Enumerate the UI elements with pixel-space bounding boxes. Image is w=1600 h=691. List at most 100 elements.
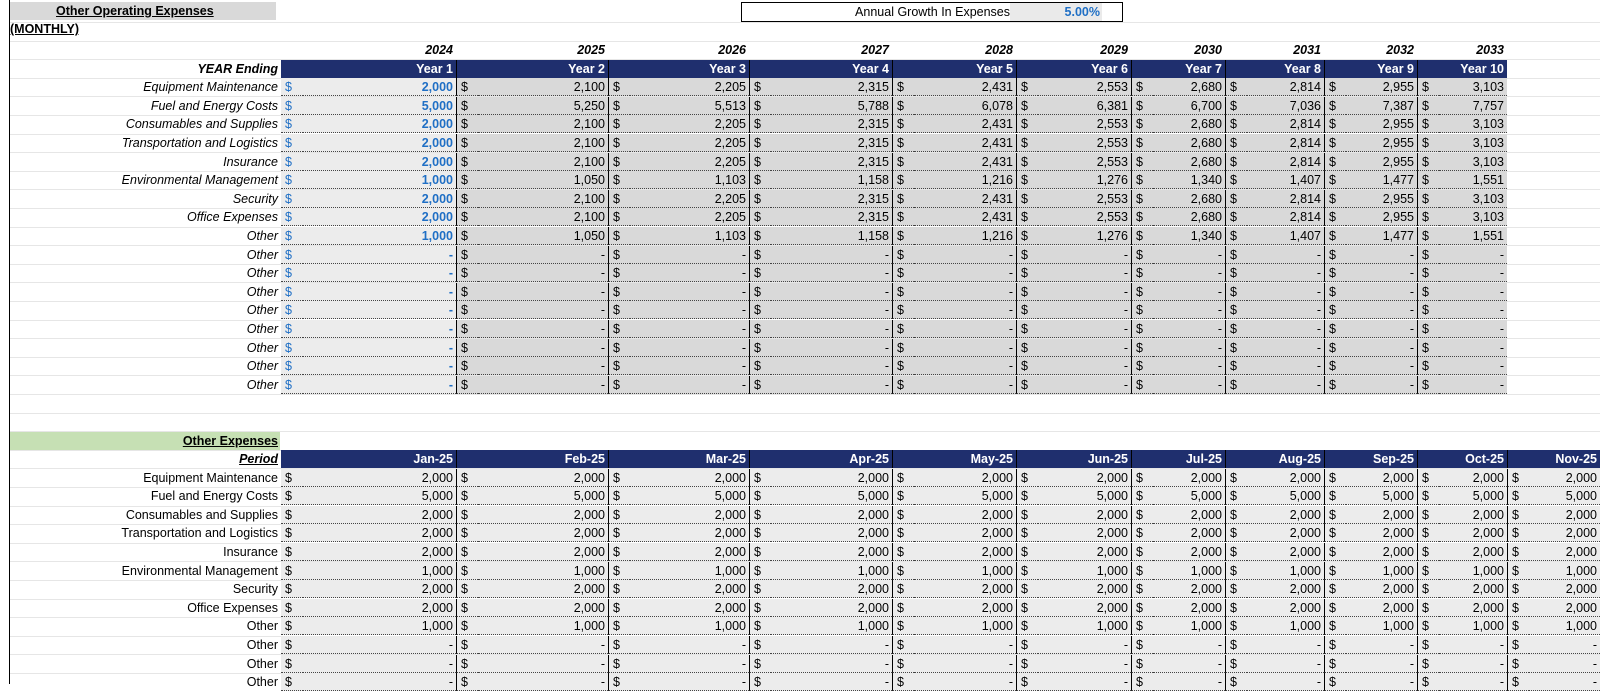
value-cell[interactable]: 1,000 bbox=[303, 227, 456, 245]
value-cell: - bbox=[1153, 636, 1225, 654]
currency-symbol: $ bbox=[1225, 208, 1247, 227]
currency-symbol: $ bbox=[1417, 505, 1439, 524]
value-cell: 5,000 bbox=[1153, 487, 1225, 506]
value-cell: 1,276 bbox=[1038, 171, 1131, 190]
value-cell[interactable]: - bbox=[303, 301, 456, 320]
currency-symbol: $ bbox=[456, 598, 478, 617]
value-cell: 2,000 bbox=[1247, 580, 1324, 599]
month-header: Nov-25 bbox=[1507, 450, 1600, 468]
value-cell: 2,000 bbox=[1038, 598, 1131, 617]
year-header: Year 8 bbox=[1225, 59, 1324, 78]
value-cell[interactable]: 2,000 bbox=[303, 134, 456, 152]
month-header: Feb-25 bbox=[456, 450, 608, 468]
value-cell[interactable]: 2,000 bbox=[303, 152, 456, 171]
value-cell: 2,205 bbox=[630, 134, 749, 152]
value-cell: 3,103 bbox=[1439, 189, 1507, 208]
section-title-operating-expenses[interactable]: Other Operating Expenses (MONTHLY) bbox=[10, 2, 276, 36]
value-cell: 1,216 bbox=[914, 227, 1016, 245]
row-label: Other bbox=[246, 359, 278, 374]
currency-symbol: $ bbox=[1016, 115, 1038, 134]
table-row: Fuel and Energy Costs $5,000 $5,250 $5,513 $… bbox=[0, 96, 1600, 115]
currency-symbol: $ bbox=[608, 301, 630, 320]
table-row: Other $ - $ - $ - $ - $ - $ - $ - $ - $ - $ - bbox=[0, 282, 1600, 301]
value-cell: 2,000 bbox=[1529, 598, 1600, 617]
value-cell: 5,000 bbox=[914, 487, 1016, 506]
currency-symbol: $ bbox=[1131, 96, 1153, 115]
currency-symbol: $ bbox=[1016, 264, 1038, 283]
section2-title-text: Other Expenses bbox=[182, 434, 278, 448]
value-cell[interactable]: - bbox=[303, 375, 456, 394]
value-cell[interactable]: - bbox=[303, 357, 456, 376]
year-number: 2027 bbox=[861, 43, 889, 57]
value-cell[interactable]: - bbox=[303, 282, 456, 301]
currency-symbol: $ bbox=[1324, 357, 1346, 376]
value-cell: - bbox=[914, 245, 1016, 264]
table-row: Consumables and Supplies $2,000 $2,000 $2,0… bbox=[0, 505, 1600, 524]
value-cell: 1,103 bbox=[630, 227, 749, 245]
value-cell: - bbox=[771, 282, 892, 301]
currency-symbol: $ bbox=[281, 245, 303, 264]
value-cell[interactable]: 5,000 bbox=[303, 96, 456, 115]
value-cell: 2,680 bbox=[1153, 208, 1225, 227]
currency-symbol: $ bbox=[456, 673, 478, 691]
value-cell: 2,000 bbox=[771, 505, 892, 524]
currency-symbol: $ bbox=[1131, 208, 1153, 227]
value-cell: 1,000 bbox=[1247, 617, 1324, 636]
section-title-other-expenses[interactable]: Other Expenses bbox=[10, 432, 280, 450]
year-number: 2029 bbox=[1100, 43, 1128, 57]
value-cell[interactable]: 1,000 bbox=[303, 171, 456, 190]
value-cell[interactable]: - bbox=[303, 320, 456, 338]
currency-symbol: $ bbox=[892, 357, 914, 376]
table-row: Environmental Management $1,000 $1,000 $1,0… bbox=[0, 561, 1600, 580]
value-cell: 2,553 bbox=[1038, 189, 1131, 208]
value-cell[interactable]: 2,000 bbox=[303, 208, 456, 227]
value-cell: 6,078 bbox=[914, 96, 1016, 115]
currency-symbol: $ bbox=[1417, 524, 1439, 543]
value-cell[interactable]: - bbox=[303, 245, 456, 264]
currency-symbol: $ bbox=[1016, 598, 1038, 617]
currency-symbol: $ bbox=[608, 245, 630, 264]
value-cell: - bbox=[478, 320, 608, 338]
currency-symbol: $ bbox=[281, 152, 303, 171]
currency-symbol: $ bbox=[892, 338, 914, 357]
currency-symbol: $ bbox=[749, 636, 771, 654]
value-cell[interactable]: 2,000 bbox=[303, 115, 456, 134]
currency-symbol: $ bbox=[1324, 375, 1346, 394]
currency-symbol: $ bbox=[1324, 227, 1346, 245]
value-cell: 6,381 bbox=[1038, 96, 1131, 115]
month-header: Jul-25 bbox=[1131, 450, 1225, 468]
value-cell: 2,000 bbox=[771, 598, 892, 617]
value-cell: 1,551 bbox=[1439, 227, 1507, 245]
currency-symbol: $ bbox=[1016, 245, 1038, 264]
value-cell[interactable]: - bbox=[303, 264, 456, 283]
value-cell: 1,551 bbox=[1439, 171, 1507, 190]
year-header: Year 1 bbox=[281, 59, 456, 78]
value-cell: 2,000 bbox=[1153, 505, 1225, 524]
currency-symbol: $ bbox=[1324, 264, 1346, 283]
row-label: Fuel and Energy Costs bbox=[150, 489, 278, 504]
currency-symbol: $ bbox=[281, 338, 303, 357]
currency-symbol: $ bbox=[749, 282, 771, 301]
value-cell[interactable]: - bbox=[303, 338, 456, 357]
currency-symbol: $ bbox=[1016, 654, 1038, 673]
year-number: 2030 bbox=[1194, 43, 1222, 57]
currency-symbol: $ bbox=[456, 357, 478, 376]
value-cell: 2,000 bbox=[630, 524, 749, 543]
value-cell[interactable]: 2,000 bbox=[303, 78, 456, 97]
value-cell: 2,000 bbox=[1346, 505, 1417, 524]
currency-symbol: $ bbox=[892, 301, 914, 320]
row-label: Consumables and Supplies bbox=[125, 507, 278, 522]
currency-symbol: $ bbox=[1417, 208, 1439, 227]
value-cell: - bbox=[914, 338, 1016, 357]
currency-symbol: $ bbox=[1417, 673, 1439, 691]
value-cell: 1,000 bbox=[478, 561, 608, 580]
value-cell: 2,315 bbox=[771, 78, 892, 97]
value-cell[interactable]: 2,000 bbox=[303, 189, 456, 208]
value-cell: - bbox=[478, 282, 608, 301]
value-cell: 6,700 bbox=[1153, 96, 1225, 115]
value-cell: - bbox=[1038, 673, 1131, 691]
growth-rate-input[interactable]: 5.00% bbox=[1010, 3, 1102, 21]
currency-symbol: $ bbox=[281, 673, 303, 691]
value-cell: - bbox=[1346, 357, 1417, 376]
value-cell: 2,553 bbox=[1038, 208, 1131, 227]
